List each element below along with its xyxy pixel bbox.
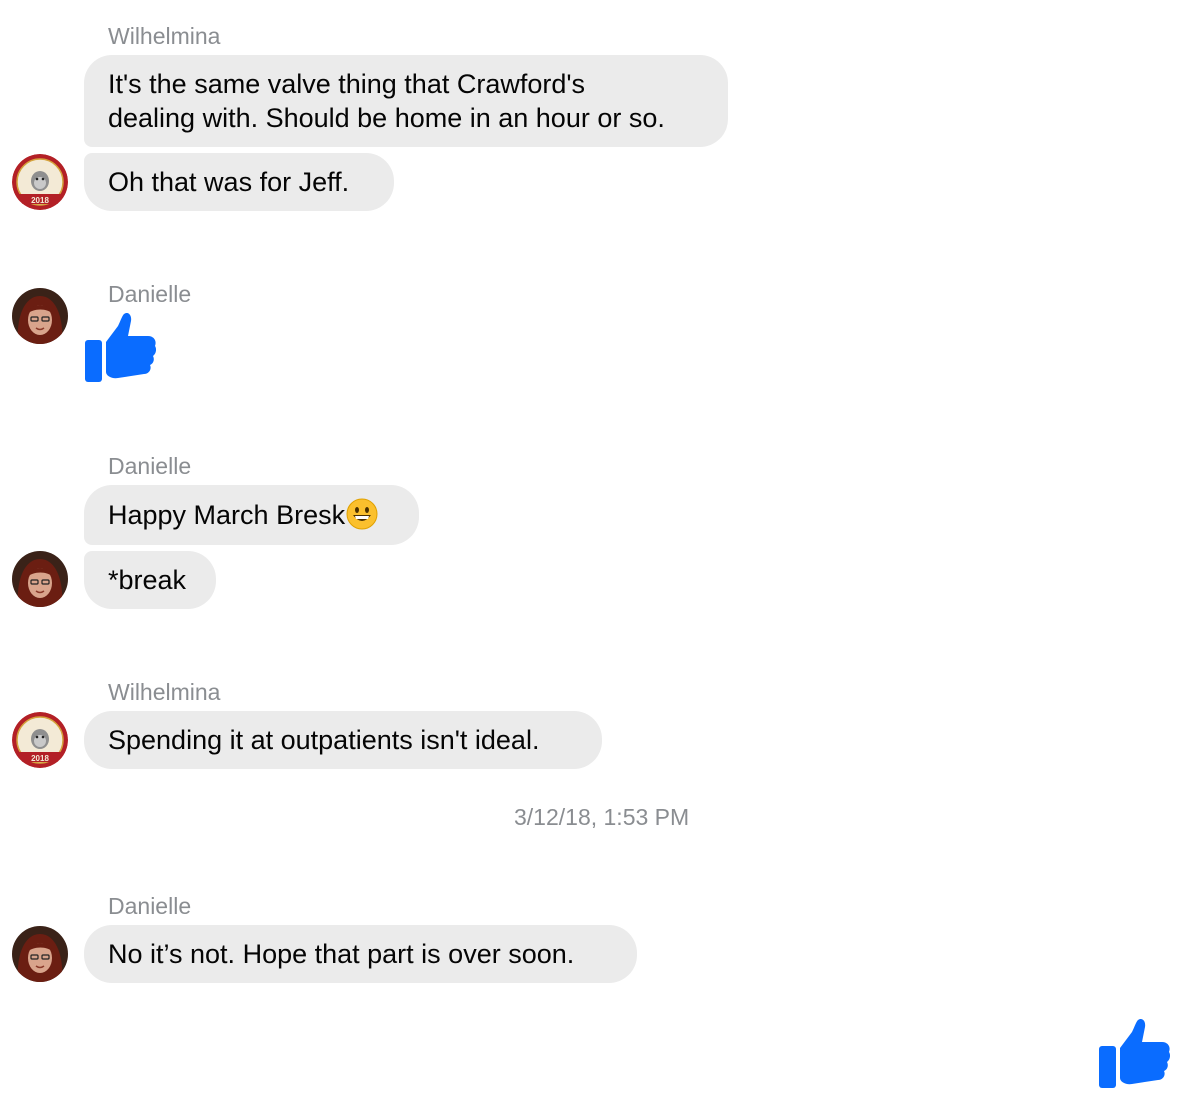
avatar-badge-image: 2018	[12, 154, 68, 210]
message-text: *break	[108, 565, 187, 595]
message-text: Spending it at outpatients isn't ideal.	[108, 725, 540, 755]
message-bubble[interactable]: *break	[84, 551, 216, 609]
avatar-wilhelmina[interactable]: 2018	[12, 154, 68, 210]
badge-year: 2018	[31, 196, 49, 205]
avatar-danielle[interactable]	[12, 288, 68, 344]
avatar-photo	[12, 551, 68, 607]
message-text-line: It's the same valve thing that Crawford'…	[108, 69, 586, 99]
message-bubble[interactable]: No it’s not. Hope that part is over soon…	[84, 925, 637, 983]
thumbs-up-icon[interactable]	[84, 312, 157, 389]
message-text-line: dealing with. Should be home in an hour …	[108, 103, 665, 133]
badge-year: 2018	[31, 754, 49, 763]
sender-name: Danielle	[108, 453, 192, 479]
message-bubble[interactable]: It's the same valve thing that Crawford'…	[84, 55, 728, 147]
grinning-face-icon	[346, 498, 378, 538]
avatar-danielle[interactable]	[12, 926, 68, 982]
sender-name: Danielle	[108, 281, 192, 307]
message-bubble[interactable]: Spending it at outpatients isn't ideal.	[84, 711, 602, 769]
avatar-danielle[interactable]	[12, 551, 68, 607]
sender-name: Wilhelmina	[108, 23, 221, 49]
timestamp: 3/12/18, 1:53 PM	[514, 804, 690, 830]
like-button-thumbs-up-icon[interactable]	[1098, 1018, 1171, 1095]
message-bubble[interactable]: Happy March Bresk	[84, 485, 419, 545]
message-text: Oh that was for Jeff.	[108, 167, 350, 197]
avatar-badge-image: 2018	[12, 712, 68, 768]
message-bubble[interactable]: Oh that was for Jeff.	[84, 153, 394, 211]
avatar-photo	[12, 926, 68, 982]
avatar-wilhelmina[interactable]: 2018	[12, 712, 68, 768]
message-text: Happy March Bresk	[108, 500, 346, 530]
message-text: No it’s not. Hope that part is over soon…	[108, 939, 575, 969]
sender-name: Danielle	[108, 893, 192, 919]
avatar-photo	[12, 288, 68, 344]
sender-name: Wilhelmina	[108, 679, 221, 705]
